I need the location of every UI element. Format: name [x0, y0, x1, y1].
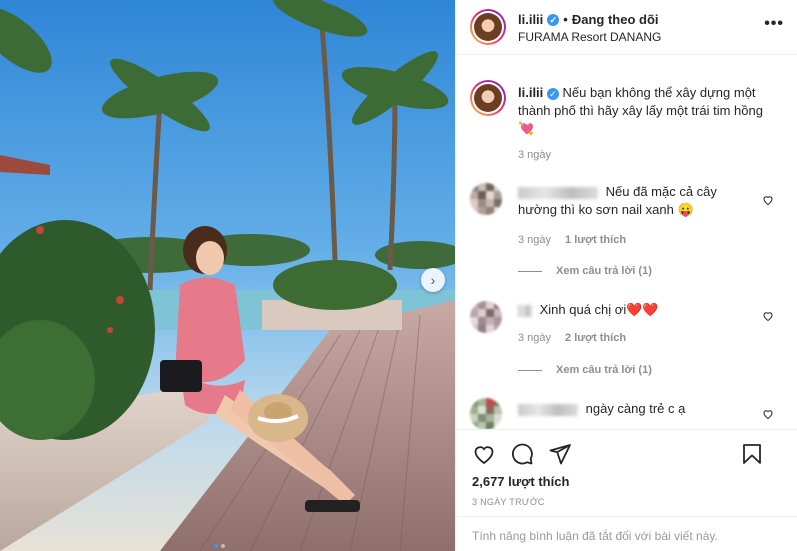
commenter-username-blurred[interactable] — [518, 186, 598, 199]
caption-meta: 3 ngày — [518, 149, 551, 161]
view-replies-button[interactable]: Xem câu trả lời (1) — [518, 364, 652, 376]
heart-icon[interactable] — [472, 442, 496, 466]
author-username[interactable]: li.ilii — [518, 12, 543, 27]
verified-badge-icon: ✓ — [547, 13, 560, 26]
replies-divider — [518, 369, 542, 371]
comment-likes[interactable]: 1 lượt thích — [565, 234, 626, 246]
commenter-username-blurred[interactable] — [518, 403, 578, 416]
carousel-dot — [221, 544, 225, 548]
commenter-avatar-blurred[interactable] — [470, 301, 502, 333]
comment: ngày càng trẻ c ạ — [518, 400, 754, 418]
comment-text: ngày càng trẻ c ạ — [585, 401, 686, 416]
comment-like-heart-icon[interactable] — [762, 310, 774, 322]
comment-likes[interactable]: 2 lượt thích — [565, 332, 626, 344]
comment-text: Xinh quá chị ơi❤️❤️ — [539, 302, 659, 317]
location-link[interactable]: FURAMA Resort DANANG — [518, 30, 661, 44]
comments-list[interactable]: li.ilii ✓ Nếu bạn không thể xây dựng một… — [456, 56, 797, 429]
author-avatar[interactable] — [470, 9, 506, 45]
chevron-right-icon: › — [430, 272, 436, 288]
comment-bubble-icon[interactable] — [510, 442, 534, 466]
commenter-avatar-blurred[interactable] — [470, 398, 502, 429]
bookmark-icon[interactable] — [740, 442, 764, 466]
view-replies-label: Xem câu trả lời (1) — [556, 265, 652, 277]
more-options-button[interactable]: ••• — [764, 15, 784, 33]
paper-plane-icon[interactable] — [548, 442, 572, 466]
author-line: li.ilii ✓ • Đang theo dõi — [518, 12, 659, 27]
replies-divider — [518, 270, 542, 272]
caption-time[interactable]: 3 ngày — [518, 149, 551, 161]
post-photo: › — [0, 0, 455, 551]
following-button[interactable]: Đang theo dõi — [572, 12, 659, 27]
post-header: li.ilii ✓ • Đang theo dõi FURAMA Resort … — [456, 0, 797, 55]
commenter-username-blurred[interactable] — [518, 304, 532, 317]
carousel-indicator — [214, 544, 225, 548]
comment-meta: 3 ngày 2 lượt thích — [518, 332, 626, 344]
comment: Nếu đã mặc cả cây hường thì ko sơn nail … — [518, 183, 754, 219]
comment-like-heart-icon[interactable] — [762, 408, 774, 420]
comment-like-heart-icon[interactable] — [762, 194, 774, 206]
comment-time[interactable]: 3 ngày — [518, 234, 551, 246]
like-count[interactable]: 2,677 lượt thích — [472, 474, 569, 489]
commenter-avatar-blurred[interactable] — [470, 183, 502, 215]
post-timestamp[interactable]: 3 NGÀY TRƯỚC — [472, 497, 545, 507]
carousel-next-button[interactable]: › — [421, 268, 445, 292]
view-replies-label: Xem câu trả lời (1) — [556, 364, 652, 376]
comment: Xinh quá chị ơi❤️❤️ — [518, 301, 754, 319]
caption-author-avatar[interactable] — [470, 80, 506, 116]
separator: • — [563, 12, 568, 27]
carousel-dot — [214, 544, 218, 548]
post-details-panel: li.ilii ✓ • Đang theo dõi FURAMA Resort … — [455, 0, 797, 551]
post-actions: 2,677 lượt thích 3 NGÀY TRƯỚC Tính năng … — [456, 429, 797, 551]
view-replies-button[interactable]: Xem câu trả lời (1) — [518, 265, 652, 277]
verified-badge-icon: ✓ — [546, 88, 559, 100]
post-caption: li.ilii ✓ Nếu bạn không thể xây dựng một… — [518, 84, 774, 138]
comment-meta: 3 ngày 1 lượt thích — [518, 234, 626, 246]
comment-time[interactable]: 3 ngày — [518, 332, 551, 344]
caption-username[interactable]: li.ilii — [518, 85, 543, 100]
resort-photo — [0, 0, 455, 551]
comments-disabled-notice: Tính năng bình luận đã tắt đối với bài v… — [456, 516, 797, 551]
